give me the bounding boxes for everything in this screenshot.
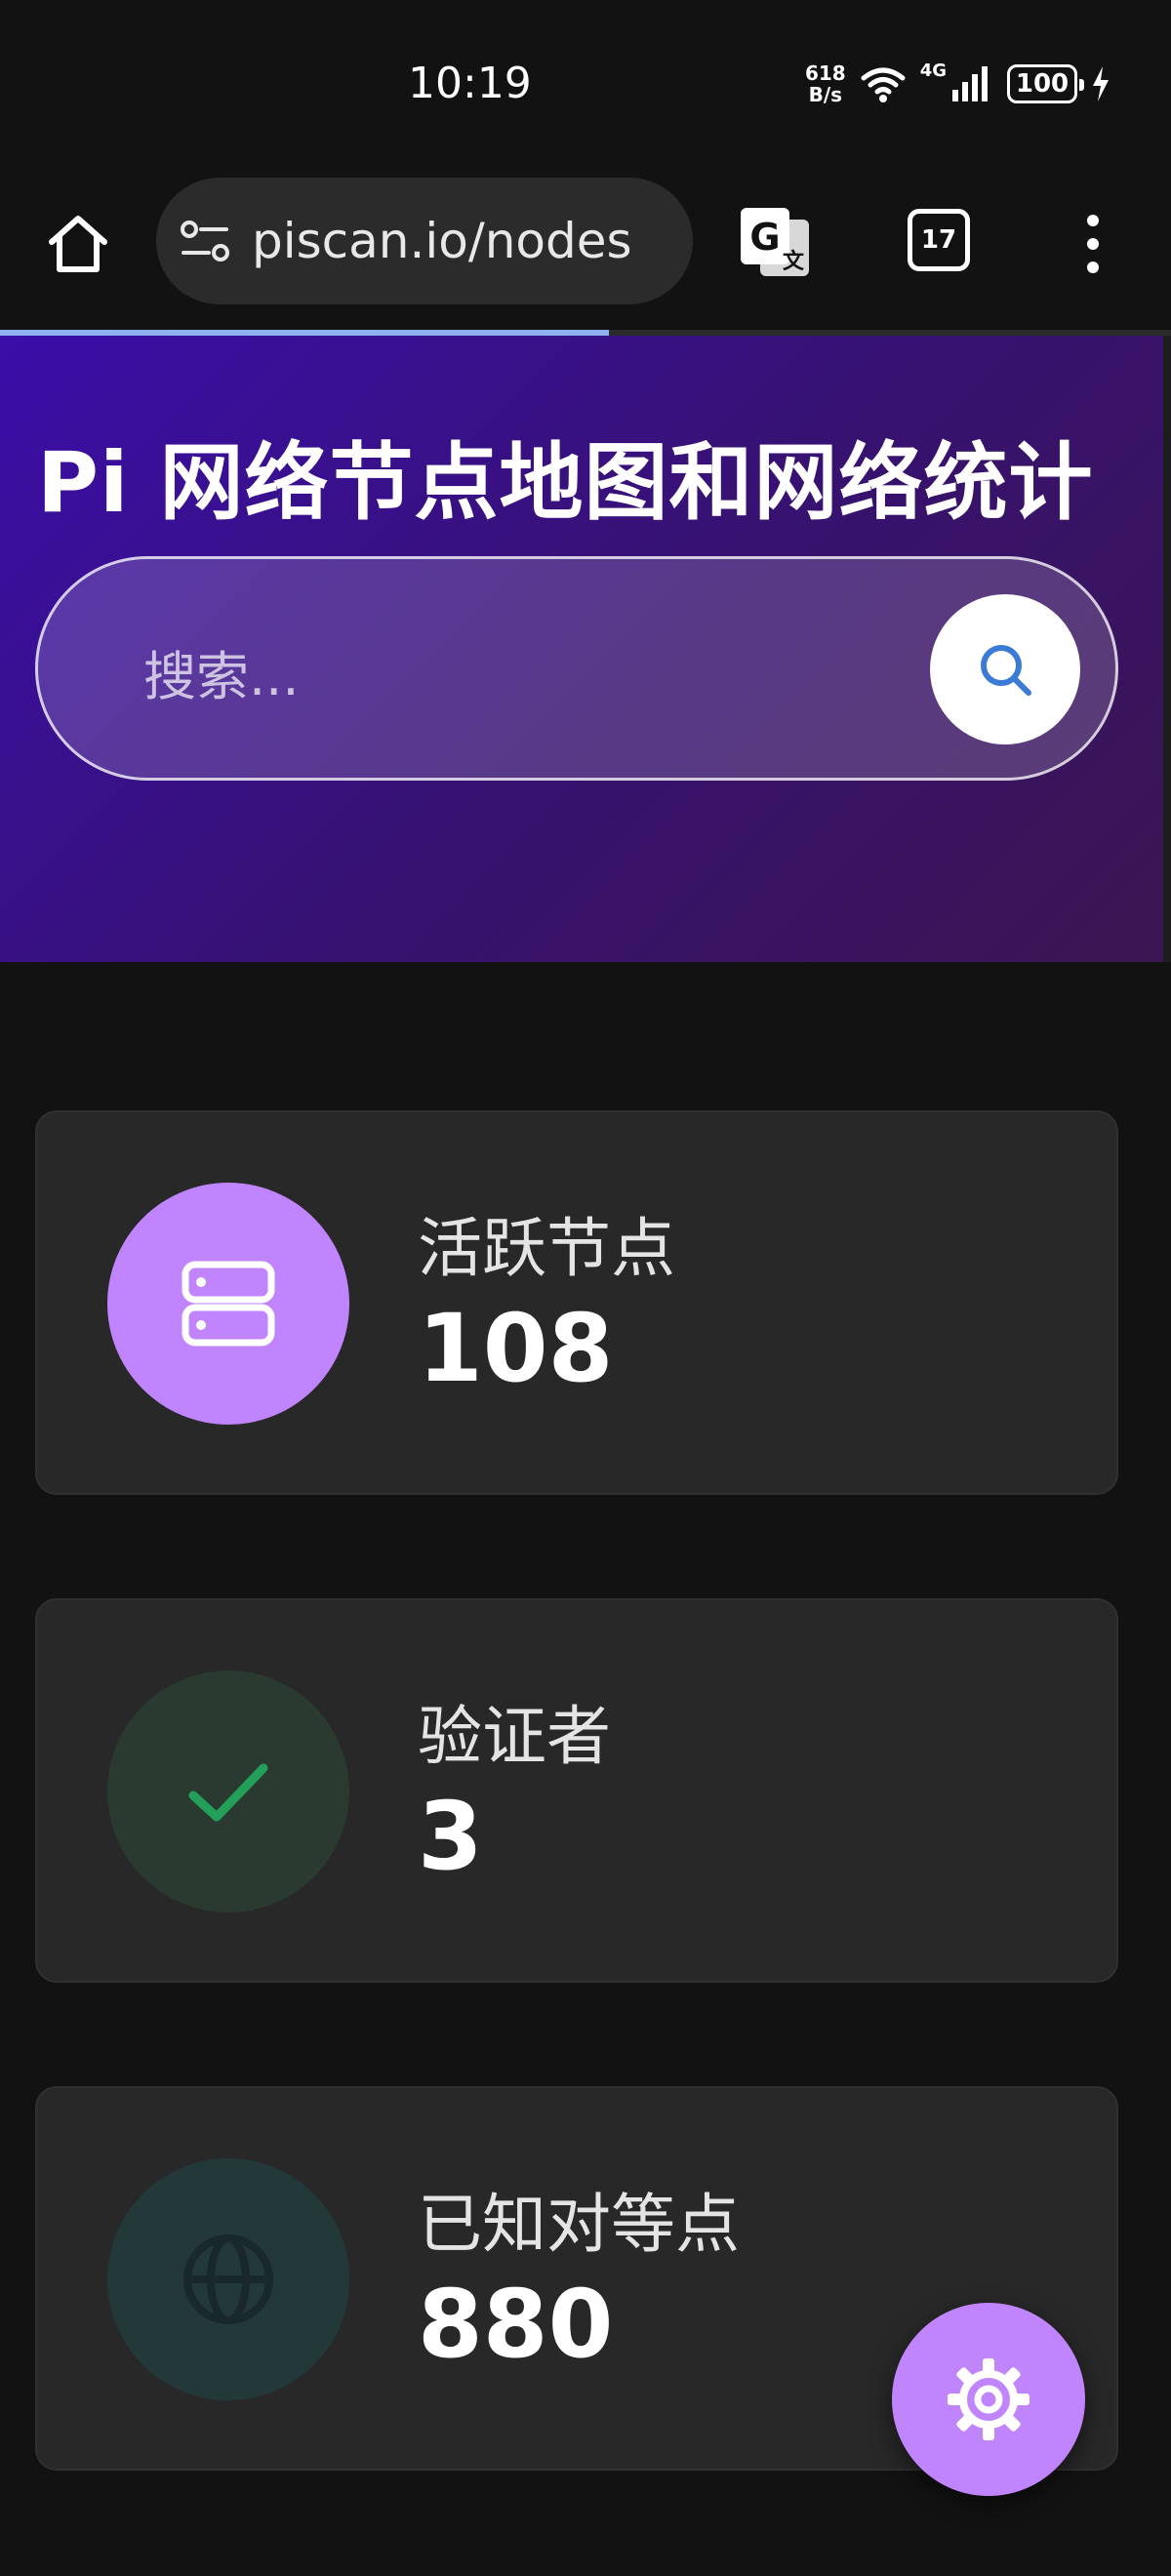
globe-icon xyxy=(183,2234,273,2324)
hero-banner: Pi 网络节点地图和网络统计 搜索... xyxy=(0,336,1171,962)
translate-icon: G 文 xyxy=(741,208,809,276)
search-icon xyxy=(981,645,1031,696)
page-title: Pi 网络节点地图和网络统计 xyxy=(37,434,1094,532)
status-time: 10:19 xyxy=(408,59,532,108)
settings-fab[interactable] xyxy=(892,2303,1085,2496)
search-button[interactable] xyxy=(930,594,1080,745)
stat-icon-circle xyxy=(107,2158,349,2400)
server-icon xyxy=(182,1261,275,1347)
overflow-menu-button[interactable] xyxy=(1073,205,1112,283)
stat-card-validators: 验证者 3 xyxy=(35,1598,1118,1983)
stat-icon-circle xyxy=(107,1670,349,1912)
home-icon xyxy=(49,216,107,272)
network-type: 4G xyxy=(919,60,947,81)
site-settings-icon[interactable] xyxy=(180,220,230,262)
wifi-icon xyxy=(861,67,906,102)
signal-icon xyxy=(952,66,988,101)
search-input[interactable]: 搜索... xyxy=(35,556,1118,781)
scrollbar-track[interactable] xyxy=(1163,336,1171,962)
stat-value: 108 xyxy=(418,1294,614,1403)
tab-switcher-button[interactable]: 17 xyxy=(908,209,970,271)
url-text: piscan.io/nodes xyxy=(252,213,632,269)
charging-icon xyxy=(1093,66,1109,101)
stat-value: 3 xyxy=(418,1782,483,1891)
address-bar[interactable]: piscan.io/nodes xyxy=(156,178,693,304)
battery-indicator: 100 xyxy=(1007,64,1084,103)
more-vert-icon xyxy=(1087,215,1099,273)
status-icons: 618 B/s 4G 100 xyxy=(805,60,1110,107)
stat-card-active-nodes: 活跃节点 108 xyxy=(35,1110,1118,1495)
translate-button[interactable]: G 文 xyxy=(734,201,816,283)
status-bar: 10:19 618 B/s 4G 100 xyxy=(0,0,1171,166)
stat-value: 880 xyxy=(418,2270,614,2379)
network-speed: 618 B/s xyxy=(804,61,846,106)
svg-text:G: G xyxy=(749,216,780,259)
stat-label: 验证者 xyxy=(418,1699,611,1774)
stat-label: 已知对等点 xyxy=(418,2187,740,2262)
gear-icon xyxy=(948,2358,1030,2440)
svg-text:文: 文 xyxy=(783,249,805,274)
stat-icon-circle xyxy=(107,1183,349,1425)
check-icon xyxy=(188,1763,268,1822)
stat-label: 活跃节点 xyxy=(418,1211,675,1286)
search-placeholder: 搜索... xyxy=(143,646,300,707)
home-button[interactable] xyxy=(39,205,117,283)
browser-toolbar: piscan.io/nodes G 文 17 xyxy=(0,166,1171,332)
